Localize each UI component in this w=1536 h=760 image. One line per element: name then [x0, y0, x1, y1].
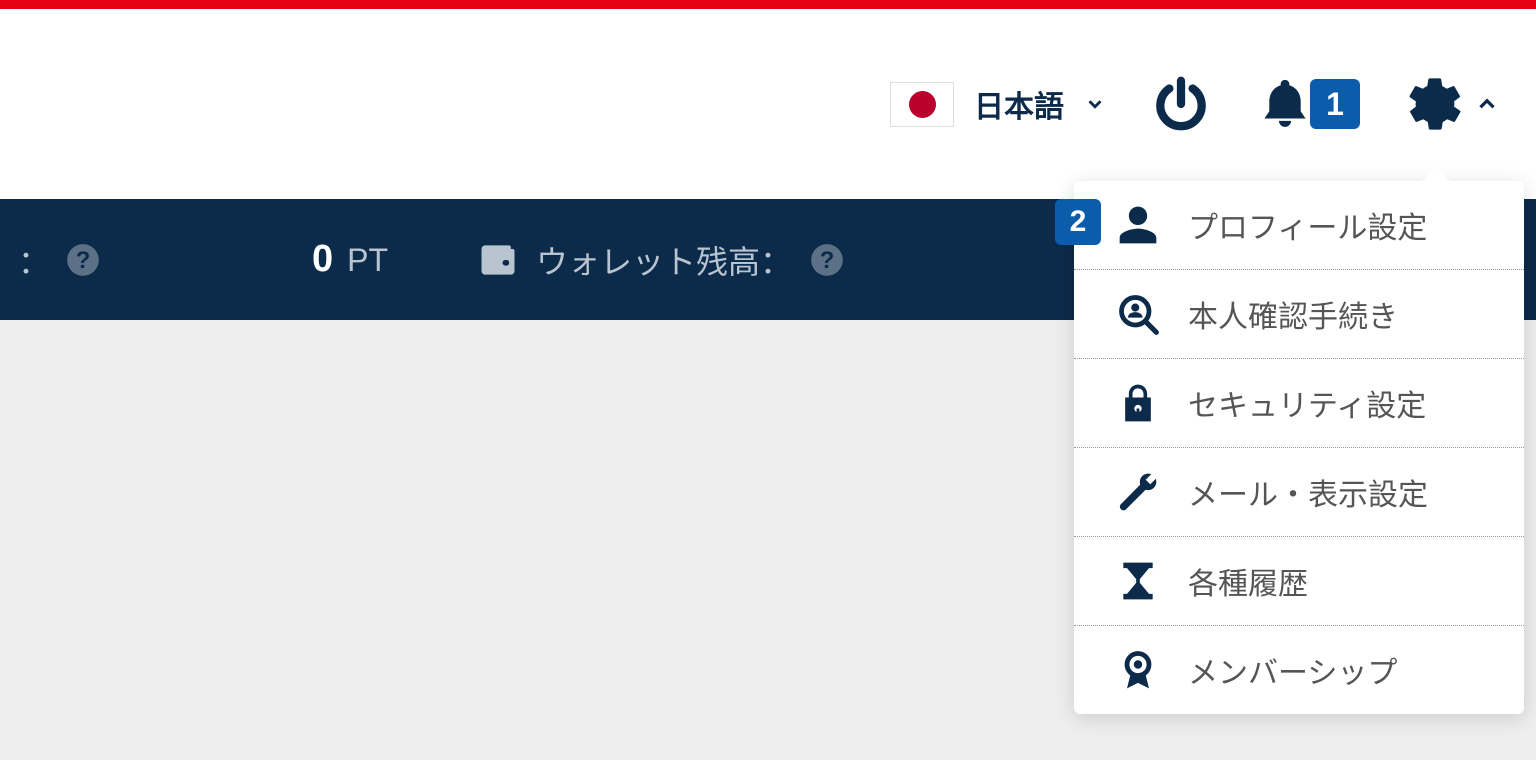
language-label: 日本語 — [974, 82, 1064, 126]
award-icon — [1116, 648, 1160, 692]
points-display: 0 PT — [312, 238, 388, 281]
wallet-display: ウォレット残高： ? — [476, 237, 846, 283]
identity-search-icon — [1116, 292, 1160, 336]
wallet-icon — [476, 238, 520, 282]
help-icon[interactable]: ? — [808, 241, 846, 279]
bell-icon — [1256, 75, 1314, 133]
chevron-up-icon — [1474, 91, 1500, 117]
menu-item-label: セキュリティ設定 — [1188, 381, 1426, 425]
menu-item-label: メール・表示設定 — [1188, 470, 1428, 514]
gear-icon — [1404, 73, 1466, 135]
menu-item-security[interactable]: セキュリティ設定 — [1074, 359, 1524, 448]
header: 日本語 1 — [0, 9, 1536, 199]
language-selector[interactable]: 日本語 — [890, 82, 1106, 127]
help-icon[interactable]: ? — [64, 241, 102, 279]
notification-badge: 1 — [1310, 79, 1360, 129]
lock-icon — [1116, 381, 1160, 425]
profile-badge: 2 — [1055, 199, 1101, 245]
settings-dropdown: 2 プロフィール設定 本人確認手続き セキュリティ設定 メール・表示設定 各種履… — [1074, 181, 1524, 714]
power-icon — [1150, 73, 1212, 135]
chevron-down-icon — [1084, 93, 1106, 115]
menu-item-profile[interactable]: 2 プロフィール設定 — [1074, 181, 1524, 270]
user-icon — [1116, 203, 1160, 247]
menu-item-mail-settings[interactable]: メール・表示設定 — [1074, 448, 1524, 537]
svg-text:?: ? — [820, 246, 835, 273]
points-value: 0 — [312, 238, 333, 281]
power-button[interactable] — [1150, 73, 1212, 135]
menu-item-label: 本人確認手続き — [1188, 292, 1398, 336]
status-colon: ： — [18, 237, 50, 283]
settings-button[interactable] — [1404, 73, 1500, 135]
menu-item-label: 各種履歴 — [1188, 559, 1308, 603]
menu-item-identity[interactable]: 本人確認手続き — [1074, 270, 1524, 359]
wrench-icon — [1116, 470, 1160, 514]
points-unit: PT — [347, 242, 388, 279]
hourglass-icon — [1116, 559, 1160, 603]
menu-item-label: プロフィール設定 — [1188, 203, 1427, 247]
top-red-bar — [0, 0, 1536, 9]
japan-flag-icon — [890, 82, 954, 127]
svg-text:?: ? — [76, 246, 91, 273]
notifications-button[interactable]: 1 — [1256, 75, 1360, 133]
menu-item-history[interactable]: 各種履歴 — [1074, 537, 1524, 626]
wallet-label: ウォレット残高： — [536, 237, 792, 283]
menu-item-membership[interactable]: メンバーシップ — [1074, 626, 1524, 714]
menu-item-label: メンバーシップ — [1188, 648, 1397, 692]
